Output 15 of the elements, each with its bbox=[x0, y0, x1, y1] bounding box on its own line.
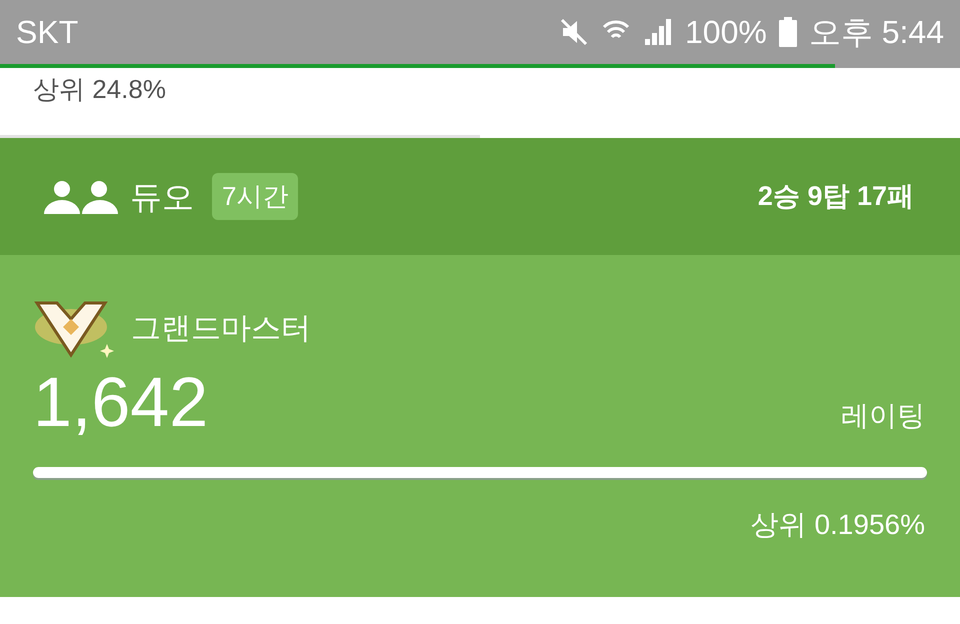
mode-title: 듀오 bbox=[130, 178, 194, 216]
rating-label: 레이팅 bbox=[841, 399, 925, 433]
clock: 오후 5:44 bbox=[808, 13, 944, 52]
percentile-text: 상위 24.8% bbox=[32, 73, 167, 106]
carrier: SKT bbox=[16, 13, 78, 52]
tier-name: 그랜드마스터 bbox=[131, 310, 311, 346]
battery-icon bbox=[778, 17, 797, 47]
rank-percentile: 상위 0.1956% bbox=[750, 508, 925, 542]
battery-percent: 100% bbox=[684, 13, 767, 52]
mute-icon bbox=[558, 17, 589, 47]
rating-value: 1,642 bbox=[33, 367, 208, 437]
signal-icon bbox=[642, 17, 673, 47]
users-icon bbox=[44, 180, 118, 214]
match-record: 2승 9탑 17패 bbox=[758, 180, 914, 214]
playtime-badge: 7시간 bbox=[212, 173, 298, 220]
